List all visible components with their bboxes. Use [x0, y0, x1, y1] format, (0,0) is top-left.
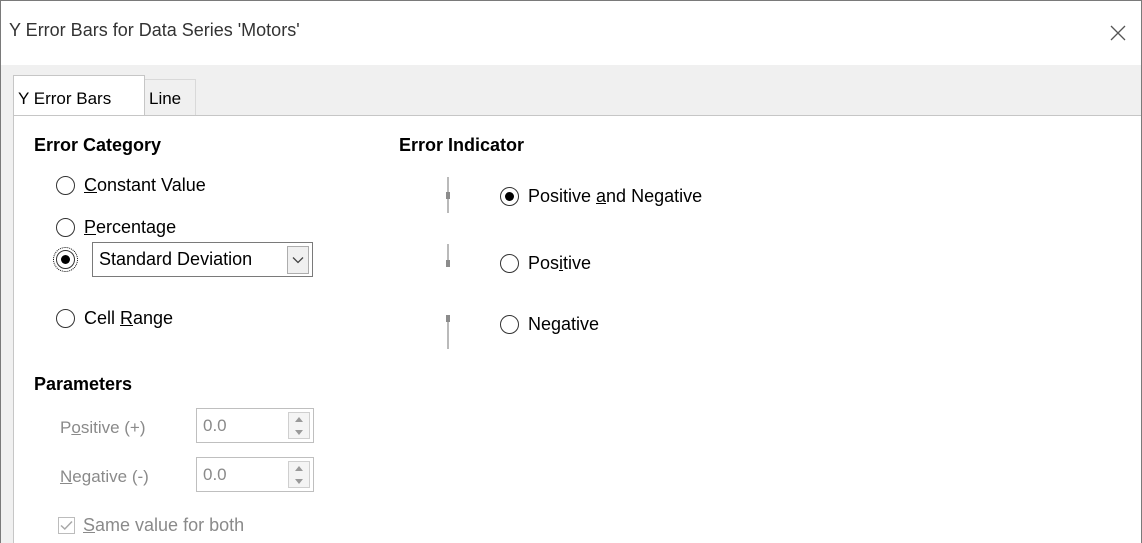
chevron-down-icon [292, 256, 304, 263]
tab-line[interactable]: Line [144, 79, 196, 115]
cell-range-option[interactable]: Cell Range [56, 308, 173, 329]
positive-param-label: Positive (+) [60, 418, 146, 437]
positive-decrement-button[interactable] [289, 426, 309, 438]
checkmark-icon [60, 520, 73, 531]
error-indicator-heading: Error Indicator [399, 135, 525, 155]
close-button[interactable] [1095, 1, 1141, 65]
error-category-heading: Error Category [34, 135, 162, 155]
positive-and-negative-option[interactable]: Positive and Negative [500, 186, 702, 207]
constant-value-option[interactable]: Constant Value [56, 175, 206, 196]
negative-label: Negative [528, 314, 600, 334]
positive-increment-button[interactable] [289, 413, 309, 425]
dialog-title: Y Error Bars for Data Series 'Motors' [9, 20, 300, 40]
spin-down-icon [295, 478, 303, 484]
positive-radio[interactable] [500, 254, 519, 273]
same-value-option[interactable]: Same value for both [58, 515, 244, 536]
constant-value-label: Constant Value [84, 175, 206, 195]
positive-spin-buttons [288, 412, 310, 439]
percentage-option[interactable]: Percentage [56, 217, 176, 238]
cell-range-label: Cell Range [84, 308, 174, 328]
close-icon [1110, 25, 1126, 41]
negative-increment-button[interactable] [289, 462, 309, 474]
function-select[interactable]: Standard Deviation [92, 242, 313, 277]
function-select-dropdown-button[interactable] [287, 245, 309, 274]
negative-param-label: Negative (-) [60, 467, 149, 486]
standard-deviation-option[interactable] [53, 247, 84, 272]
negative-radio[interactable] [500, 315, 519, 334]
same-value-label: Same value for both [83, 515, 245, 535]
function-select-value: Standard Deviation [99, 249, 253, 269]
constant-value-radio[interactable] [56, 176, 75, 195]
positive-spin-value: 0.0 [203, 416, 227, 435]
negative-option[interactable]: Negative [500, 314, 599, 335]
negative-decrement-button[interactable] [289, 475, 309, 487]
error-bar-positive-icon [446, 244, 450, 267]
tab-y-error-bars[interactable]: Y Error Bars [13, 75, 145, 115]
title-bar: Y Error Bars for Data Series 'Motors' [1, 1, 1141, 65]
negative-spin-value: 0.0 [203, 465, 227, 484]
positive-label: Positive [528, 253, 592, 273]
spin-up-icon [295, 416, 303, 422]
error-bar-negative-icon [446, 315, 450, 349]
negative-spin-field[interactable]: 0.0 [196, 457, 314, 492]
percentage-label: Percentage [84, 217, 177, 237]
dialog-client-area: Y Error Bars Line Error Category Constan… [1, 65, 1141, 543]
parameters-heading: Parameters [34, 374, 133, 394]
percentage-radio[interactable] [56, 218, 75, 237]
cell-range-radio[interactable] [56, 309, 75, 328]
error-bar-both-icon [446, 177, 450, 213]
spin-down-icon [295, 429, 303, 435]
standard-deviation-radio[interactable] [53, 247, 78, 272]
negative-spin-buttons [288, 461, 310, 488]
tab-panel-y-error-bars: Error Category Constant Value Percentage… [13, 115, 1141, 543]
positive-and-negative-label: Positive and Negative [528, 186, 703, 206]
dialog-window: Y Error Bars for Data Series 'Motors' Y … [0, 0, 1142, 543]
positive-and-negative-radio[interactable] [500, 187, 519, 206]
same-value-checkbox[interactable] [58, 517, 75, 534]
positive-option[interactable]: Positive [500, 253, 591, 274]
spin-up-icon [295, 465, 303, 471]
positive-spin-field[interactable]: 0.0 [196, 408, 314, 443]
